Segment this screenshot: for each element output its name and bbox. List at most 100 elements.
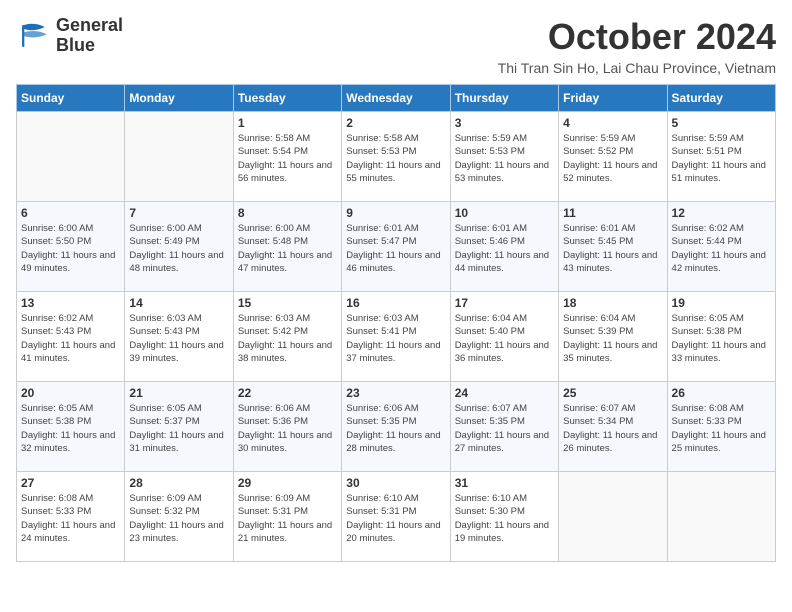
header-row: SundayMondayTuesdayWednesdayThursdayFrid… (17, 85, 776, 112)
day-number: 14 (129, 296, 228, 310)
day-cell: 27 Sunrise: 6:08 AM Sunset: 5:33 PM Dayli… (17, 472, 125, 562)
week-row-2: 6 Sunrise: 6:00 AM Sunset: 5:50 PM Daylig… (17, 202, 776, 292)
day-number: 15 (238, 296, 337, 310)
logo-general: General (56, 16, 123, 36)
day-info: Sunrise: 6:05 AM Sunset: 5:38 PM Dayligh… (21, 402, 120, 455)
header-cell-wednesday: Wednesday (342, 85, 450, 112)
day-info: Sunrise: 6:02 AM Sunset: 5:44 PM Dayligh… (672, 222, 771, 275)
week-row-1: 1Sunrise: 5:58 AM Sunset: 5:54 PM Daylig… (17, 112, 776, 202)
day-cell: 15Sunrise: 6:03 AM Sunset: 5:42 PM Dayli… (233, 292, 341, 382)
day-number: 10 (455, 206, 554, 220)
day-number: 25 (563, 386, 662, 400)
day-cell (17, 112, 125, 202)
header-cell-saturday: Saturday (667, 85, 775, 112)
day-cell: 23Sunrise: 6:06 AM Sunset: 5:35 PM Dayli… (342, 382, 450, 472)
week-row-4: 20Sunrise: 6:05 AM Sunset: 5:38 PM Dayli… (17, 382, 776, 472)
logo-text-block: General Blue (56, 16, 123, 56)
day-info: Sunrise: 6:01 AM Sunset: 5:46 PM Dayligh… (455, 222, 554, 275)
day-info: Sunrise: 6:06 AM Sunset: 5:36 PM Dayligh… (238, 402, 337, 455)
day-cell: 22Sunrise: 6:06 AM Sunset: 5:36 PM Dayli… (233, 382, 341, 472)
day-cell: 16 Sunrise: 6:03 AM Sunset: 5:41 PM Dayli… (342, 292, 450, 382)
day-info: Sunrise: 6:04 AM Sunset: 5:40 PM Dayligh… (455, 312, 554, 365)
day-info: Sunrise: 6:10 AM Sunset: 5:31 PM Dayligh… (346, 492, 445, 545)
day-cell: 10 Sunrise: 6:01 AM Sunset: 5:46 PM Dayli… (450, 202, 558, 292)
day-number: 7 (129, 206, 228, 220)
day-cell: 30 Sunrise: 6:10 AM Sunset: 5:31 PM Dayli… (342, 472, 450, 562)
day-number: 3 (455, 116, 554, 130)
day-info: Sunrise: 5:59 AM Sunset: 5:51 PM Dayligh… (672, 132, 771, 185)
day-info: Sunrise: 5:58 AM Sunset: 5:53 PM Dayligh… (346, 132, 445, 185)
day-number: 26 (672, 386, 771, 400)
day-cell: 21 Sunrise: 6:05 AM Sunset: 5:37 PM Dayli… (125, 382, 233, 472)
title-area: October 2024 Thi Tran Sin Ho, Lai Chau P… (498, 16, 776, 76)
day-info: Sunrise: 5:58 AM Sunset: 5:54 PM Dayligh… (238, 132, 337, 185)
day-info: Sunrise: 6:03 AM Sunset: 5:41 PM Dayligh… (346, 312, 445, 365)
day-info: Sunrise: 6:04 AM Sunset: 5:39 PM Dayligh… (563, 312, 662, 365)
day-number: 19 (672, 296, 771, 310)
day-info: Sunrise: 6:05 AM Sunset: 5:38 PM Dayligh… (672, 312, 771, 365)
header-cell-tuesday: Tuesday (233, 85, 341, 112)
day-number: 2 (346, 116, 445, 130)
day-number: 27 (21, 476, 120, 490)
day-cell: 17 Sunrise: 6:04 AM Sunset: 5:40 PM Dayli… (450, 292, 558, 382)
day-info: Sunrise: 6:00 AM Sunset: 5:48 PM Dayligh… (238, 222, 337, 275)
day-number: 5 (672, 116, 771, 130)
header-cell-sunday: Sunday (17, 85, 125, 112)
day-info: Sunrise: 6:06 AM Sunset: 5:35 PM Dayligh… (346, 402, 445, 455)
day-number: 16 (346, 296, 445, 310)
day-info: Sunrise: 6:08 AM Sunset: 5:33 PM Dayligh… (21, 492, 120, 545)
day-cell: 8 Sunrise: 6:00 AM Sunset: 5:48 PM Daylig… (233, 202, 341, 292)
day-info: Sunrise: 6:07 AM Sunset: 5:34 PM Dayligh… (563, 402, 662, 455)
calendar-table: SundayMondayTuesdayWednesdayThursdayFrid… (16, 84, 776, 562)
day-info: Sunrise: 6:09 AM Sunset: 5:31 PM Dayligh… (238, 492, 337, 545)
day-info: Sunrise: 5:59 AM Sunset: 5:53 PM Dayligh… (455, 132, 554, 185)
day-info: Sunrise: 6:07 AM Sunset: 5:35 PM Dayligh… (455, 402, 554, 455)
day-cell: 7 Sunrise: 6:00 AM Sunset: 5:49 PM Daylig… (125, 202, 233, 292)
day-cell: 6 Sunrise: 6:00 AM Sunset: 5:50 PM Daylig… (17, 202, 125, 292)
day-info: Sunrise: 6:00 AM Sunset: 5:49 PM Dayligh… (129, 222, 228, 275)
day-cell (667, 472, 775, 562)
day-number: 12 (672, 206, 771, 220)
logo-icon (16, 18, 52, 54)
day-cell: 9Sunrise: 6:01 AM Sunset: 5:47 PM Daylig… (342, 202, 450, 292)
day-number: 31 (455, 476, 554, 490)
day-number: 4 (563, 116, 662, 130)
day-number: 9 (346, 206, 445, 220)
day-info: Sunrise: 6:08 AM Sunset: 5:33 PM Dayligh… (672, 402, 771, 455)
day-number: 18 (563, 296, 662, 310)
week-row-3: 13Sunrise: 6:02 AM Sunset: 5:43 PM Dayli… (17, 292, 776, 382)
day-info: Sunrise: 6:05 AM Sunset: 5:37 PM Dayligh… (129, 402, 228, 455)
day-info: Sunrise: 6:02 AM Sunset: 5:43 PM Dayligh… (21, 312, 120, 365)
day-cell: 4 Sunrise: 5:59 AM Sunset: 5:52 PM Daylig… (559, 112, 667, 202)
week-row-5: 27 Sunrise: 6:08 AM Sunset: 5:33 PM Dayli… (17, 472, 776, 562)
day-number: 28 (129, 476, 228, 490)
header-cell-friday: Friday (559, 85, 667, 112)
day-cell: 3 Sunrise: 5:59 AM Sunset: 5:53 PM Daylig… (450, 112, 558, 202)
day-info: Sunrise: 6:10 AM Sunset: 5:30 PM Dayligh… (455, 492, 554, 545)
day-info: Sunrise: 6:00 AM Sunset: 5:50 PM Dayligh… (21, 222, 120, 275)
day-info: Sunrise: 6:03 AM Sunset: 5:43 PM Dayligh… (129, 312, 228, 365)
day-cell: 26 Sunrise: 6:08 AM Sunset: 5:33 PM Dayli… (667, 382, 775, 472)
header-cell-monday: Monday (125, 85, 233, 112)
day-number: 21 (129, 386, 228, 400)
location-subtitle: Thi Tran Sin Ho, Lai Chau Province, Viet… (498, 60, 776, 76)
day-cell: 14 Sunrise: 6:03 AM Sunset: 5:43 PM Dayli… (125, 292, 233, 382)
day-number: 24 (455, 386, 554, 400)
day-number: 6 (21, 206, 120, 220)
day-cell: 11Sunrise: 6:01 AM Sunset: 5:45 PM Dayli… (559, 202, 667, 292)
day-number: 29 (238, 476, 337, 490)
month-title: October 2024 (498, 16, 776, 58)
day-cell: 18 Sunrise: 6:04 AM Sunset: 5:39 PM Dayli… (559, 292, 667, 382)
day-cell: 20Sunrise: 6:05 AM Sunset: 5:38 PM Dayli… (17, 382, 125, 472)
day-number: 17 (455, 296, 554, 310)
day-cell: 28Sunrise: 6:09 AM Sunset: 5:32 PM Dayli… (125, 472, 233, 562)
day-cell: 24 Sunrise: 6:07 AM Sunset: 5:35 PM Dayli… (450, 382, 558, 472)
day-info: Sunrise: 5:59 AM Sunset: 5:52 PM Dayligh… (563, 132, 662, 185)
day-cell (125, 112, 233, 202)
page-header: General Blue October 2024 Thi Tran Sin H… (16, 16, 776, 76)
day-number: 11 (563, 206, 662, 220)
day-number: 8 (238, 206, 337, 220)
day-cell: 25 Sunrise: 6:07 AM Sunset: 5:34 PM Dayli… (559, 382, 667, 472)
day-cell: 13Sunrise: 6:02 AM Sunset: 5:43 PM Dayli… (17, 292, 125, 382)
day-number: 30 (346, 476, 445, 490)
